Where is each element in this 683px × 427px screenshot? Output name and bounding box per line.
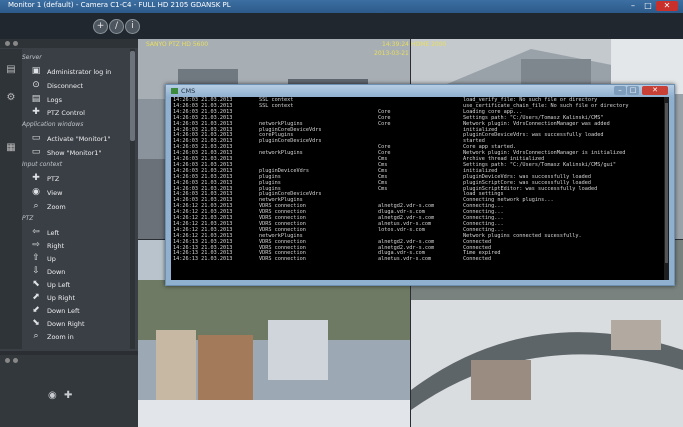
- list-icon[interactable]: ▦: [4, 141, 18, 155]
- sidebar-item-show-monitor[interactable]: ▭ Show "Monitor1": [30, 146, 102, 159]
- monitor-icon: ▭: [31, 133, 41, 143]
- lock-icon: ▣: [31, 66, 41, 76]
- sidebar-item-down-right[interactable]: ⬊ Down Right: [30, 317, 84, 330]
- sidebar-rail: ▤ ⚙ ▦: [0, 49, 22, 349]
- arrow-down-right-icon: ⬊: [32, 318, 40, 328]
- sidebar-item-admin-login[interactable]: ▣ Administrator log in: [30, 65, 112, 78]
- cms-title: CMS: [181, 87, 196, 95]
- monitor-icon: ▭: [31, 147, 41, 157]
- cms-title-bar[interactable]: CMS – □ ✕: [166, 85, 674, 97]
- sidebar-item-up-right[interactable]: ⬈ Up Right: [30, 291, 75, 304]
- add-icon[interactable]: +: [93, 19, 108, 34]
- sidebar-item-down[interactable]: ⇩ Down: [30, 265, 65, 278]
- cms-maximize-button[interactable]: □: [627, 86, 639, 95]
- ptz-control-icon: ✚: [32, 107, 40, 117]
- log-source: SSL context: [259, 102, 294, 109]
- section-input-context: Input context: [22, 161, 63, 168]
- dot-icon[interactable]: [5, 358, 10, 363]
- logs-icon: ▤: [31, 94, 41, 104]
- cms-close-button[interactable]: ✕: [642, 86, 668, 95]
- sidebar-item-right[interactable]: ⇨ Right: [30, 239, 64, 252]
- camera-label: HOME 2000: [411, 41, 447, 48]
- settings-icon[interactable]: ⚙: [4, 91, 18, 105]
- move-icon[interactable]: ✚: [64, 390, 72, 401]
- maximize-button[interactable]: □: [641, 1, 655, 11]
- sidebar-item-logs[interactable]: ▤ Logs: [30, 93, 62, 106]
- dot-icon[interactable]: [13, 358, 18, 363]
- camera-date: 2013-03-21: [374, 50, 409, 57]
- sidebar-item-ptz[interactable]: ✚ PTZ: [30, 172, 59, 185]
- sidebar-item-up-left[interactable]: ⬉ Up Left: [30, 278, 70, 291]
- panel-icon[interactable]: ▤: [4, 63, 18, 77]
- sidebar-scrollbar[interactable]: [130, 49, 135, 349]
- sidebar-header: [0, 39, 138, 48]
- arrow-up-icon: ⇧: [32, 253, 40, 263]
- cms-minimize-button[interactable]: –: [614, 86, 626, 95]
- sidebar-item-ptz-control[interactable]: ✚ PTZ Control: [30, 106, 85, 119]
- move-icon: ✚: [32, 173, 40, 183]
- section-ptz: PTZ: [22, 215, 34, 222]
- log-host: alnetus.vdr-s.com: [378, 256, 432, 263]
- sidebar-item-zoom[interactable]: ⌕ Zoom: [30, 200, 65, 213]
- zoom-in-icon: ⌕: [33, 331, 39, 341]
- sidebar-item-down-left[interactable]: ⬋ Down Left: [30, 304, 80, 317]
- log-host: Cms: [378, 185, 388, 192]
- sidebar-item-activate-monitor[interactable]: ▭ Activate "Monitor1": [30, 132, 111, 145]
- window-title-bar: Monitor 1 (default) - Camera C1-C4 - FUL…: [0, 0, 683, 13]
- close-button[interactable]: ✕: [656, 1, 678, 11]
- arrow-left-icon: ⇦: [32, 227, 40, 237]
- dot-icon[interactable]: [13, 41, 18, 46]
- sidebar-item-zoom-in[interactable]: ⌕ Zoom in: [30, 330, 73, 343]
- log-source: networkPlugins: [259, 150, 303, 157]
- log-source: pluginCoreDeviceVdrs: [259, 138, 322, 145]
- magnifier-icon: ⌕: [33, 201, 39, 211]
- log-source: VDRS connection: [259, 256, 306, 263]
- sidebar-item-up[interactable]: ⇧ Up: [30, 252, 56, 265]
- camera-time: 14:39:24: [382, 41, 409, 48]
- camera-label: SANYO PTZ HD 5600: [146, 41, 209, 48]
- log-host: lotos.vdr-s.com: [378, 226, 425, 233]
- sidebar: ▤ ⚙ ▦ Server ▣ Administrator log in ⊙ Disc…: [0, 39, 138, 427]
- disconnect-icon: ⊙: [32, 80, 40, 90]
- arrow-down-left-icon: ⬋: [32, 305, 40, 315]
- log-console[interactable]: 14:26:03 21.03.2013 SSL context load_verif…: [171, 97, 665, 280]
- edit-icon[interactable]: ∕: [109, 19, 124, 34]
- sidebar-item-disconnect[interactable]: ⊙ Disconnect: [30, 79, 83, 92]
- section-server: Server: [22, 54, 42, 61]
- log-timestamp: 14:26:13 21.03.2013: [173, 256, 233, 263]
- arrow-up-right-icon: ⬈: [32, 292, 40, 302]
- scroll-thumb[interactable]: [665, 103, 668, 263]
- arrow-up-left-icon: ⬉: [32, 279, 40, 289]
- sidebar-item-left[interactable]: ⇦ Left: [30, 226, 59, 239]
- minimize-button[interactable]: –: [626, 1, 640, 11]
- arrow-right-icon: ⇨: [32, 240, 40, 250]
- cms-app-icon: [171, 88, 178, 94]
- toolbar: + ∕ i: [0, 13, 683, 39]
- info-icon[interactable]: i: [125, 19, 140, 34]
- log-scrollbar[interactable]: [664, 97, 669, 280]
- log-message: Connected: [463, 256, 492, 263]
- dot-icon[interactable]: [5, 41, 10, 46]
- sidebar-item-view[interactable]: ◉ View: [30, 186, 62, 199]
- arrow-down-icon: ⇩: [32, 266, 40, 276]
- eye-icon[interactable]: ◉: [48, 390, 57, 401]
- cms-window: CMS – □ ✕ 14:26:03 21.03.2013 SSL context…: [165, 84, 675, 286]
- scroll-thumb[interactable]: [130, 51, 135, 141]
- section-application-windows: Application windows: [22, 121, 84, 128]
- eye-icon: ◉: [32, 187, 40, 197]
- log-host: Core: [378, 120, 391, 127]
- window-title: Monitor 1 (default) - Camera C1-C4 - FUL…: [8, 1, 231, 9]
- sidebar-bottom-panel: ◉ ✚: [0, 355, 138, 427]
